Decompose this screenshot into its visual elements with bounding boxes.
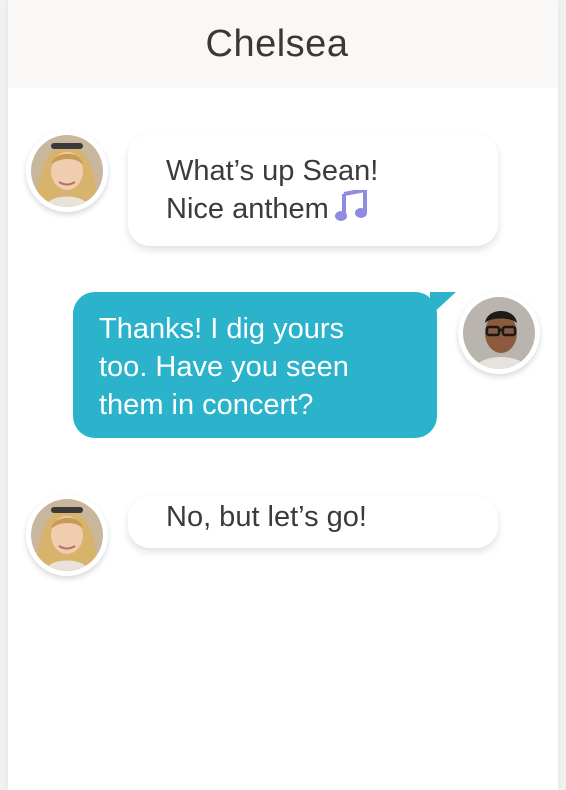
contact-avatar[interactable] — [26, 494, 108, 576]
bubble-tail — [430, 292, 456, 316]
chat-screen: Chelsea What’s up Sean! Nice anthem Than… — [8, 0, 558, 790]
musical-note-icon — [334, 188, 369, 232]
contact-name-title[interactable]: Chelsea — [206, 23, 349, 66]
message-text: No, but let’s go! — [166, 501, 367, 533]
message-text: Thanks! I dig yours too. Have you seen t… — [99, 313, 349, 421]
avatar-photo-chelsea — [31, 499, 103, 571]
avatar-photo-sean — [463, 297, 535, 369]
message-bubble-incoming[interactable]: No, but let’s go! — [128, 496, 498, 548]
chat-header: Chelsea — [8, 0, 558, 88]
user-avatar[interactable] — [458, 292, 540, 374]
contact-avatar[interactable] — [26, 130, 108, 212]
message-bubble-incoming[interactable]: What’s up Sean! Nice anthem — [128, 134, 498, 246]
message-bubble-outgoing[interactable]: Thanks! I dig yours too. Have you seen t… — [73, 292, 437, 438]
avatar-photo-chelsea — [31, 135, 103, 207]
